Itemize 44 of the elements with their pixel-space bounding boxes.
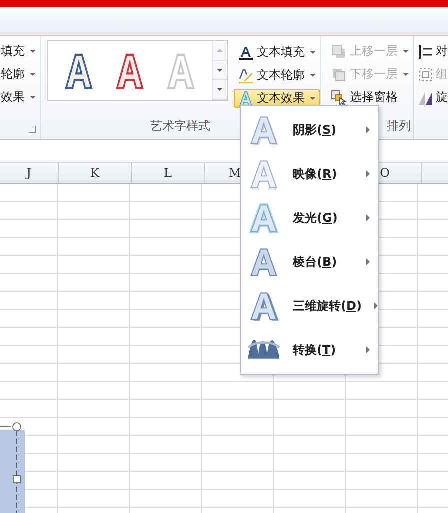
submenu-arrow-icon [366,214,370,222]
caret-icon [310,74,316,77]
wavy-text-icon [247,340,281,360]
stacked-squares-icon [331,66,347,82]
submenu-arrow-icon [366,346,370,354]
caret-icon [310,51,316,54]
ribbon-button[interactable]: 填充 [0,42,40,61]
group-label: 艺术字样式 [150,118,210,135]
ribbon-button[interactable]: 效果 [0,88,40,107]
selected-shape-drawing[interactable] [0,422,26,513]
more-button[interactable] [213,80,227,100]
submenu-arrow-icon [374,302,378,310]
menu-item[interactable]: 阴影(S) [241,108,378,152]
submenu-arrow-icon [366,126,370,134]
ribbon-button[interactable]: 旋 [414,88,448,107]
ribbon-button[interactable]: 文本轮廓 [234,66,320,85]
column-header[interactable]: L [164,166,172,180]
dialog-launcher-icon[interactable] [29,126,36,133]
group-icon [418,66,434,82]
menu-item[interactable]: 映像(R) [241,152,378,196]
caret-icon [30,73,36,76]
letter-glow-icon [247,202,281,234]
submenu-arrow-icon [366,170,370,178]
caret-icon [310,97,316,100]
column-header[interactable]: K [90,166,100,180]
scroll-down-button[interactable] [213,60,227,80]
ribbon-button[interactable]: 对 [414,42,448,61]
menu-item[interactable]: 发光(G) [241,196,378,240]
pencil-letter-icon [238,68,254,84]
submenu-arrow-icon [366,258,370,266]
ribbon-button[interactable]: 轮廓 [0,65,40,84]
menu-item[interactable]: 三维旋转(D) [241,284,378,328]
caret-icon [30,96,36,99]
letter-underline-icon [238,44,254,60]
menu-item[interactable]: 转换(T) [241,328,378,372]
menu-item[interactable]: 棱台(B) [241,240,378,284]
stacked-squares-icon [331,44,347,60]
caret-icon [30,50,36,53]
ribbon-button[interactable]: 文本填充 [234,43,320,62]
group-label: 排列 [387,118,411,135]
column-header[interactable]: O [380,166,390,180]
column-header[interactable]: M [229,166,242,180]
align-icon [418,44,434,60]
column-header[interactable]: J [26,166,32,180]
